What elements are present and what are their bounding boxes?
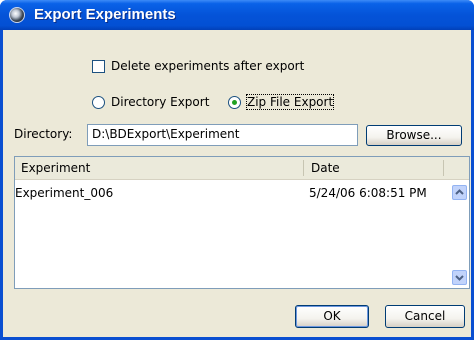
experiment-cell: Experiment_006	[15, 186, 114, 200]
experiments-table: Experiment Date Experiment_006 5/24/06 6…	[14, 156, 470, 289]
delete-after-export-checkbox[interactable]	[92, 60, 105, 73]
ok-button[interactable]: OK	[295, 305, 369, 328]
chevron-down-icon	[455, 275, 464, 281]
delete-after-export-label[interactable]: Delete experiments after export	[111, 59, 304, 73]
directory-export-label[interactable]: Directory Export	[111, 95, 209, 109]
column-separator[interactable]	[443, 160, 444, 176]
scroll-up-button[interactable]	[452, 185, 467, 200]
zip-file-export-label[interactable]: Zip File Export	[245, 94, 335, 110]
export-experiments-dialog: Export Experiments Delete experiments af…	[0, 0, 474, 340]
table-row[interactable]: Experiment_006 5/24/06 6:08:51 PM	[15, 184, 447, 202]
directory-label: Directory:	[14, 127, 73, 141]
browse-button[interactable]: Browse...	[366, 125, 462, 146]
column-header-date[interactable]: Date	[305, 157, 445, 179]
scroll-down-button[interactable]	[452, 270, 467, 285]
title-bar[interactable]: Export Experiments	[0, 0, 474, 30]
directory-field[interactable]: D:\BDExport\Experiment	[87, 124, 358, 146]
cancel-button[interactable]: Cancel	[385, 305, 465, 328]
table-header: Experiment Date	[15, 157, 469, 180]
column-separator[interactable]	[303, 160, 304, 176]
directory-export-radio[interactable]	[92, 96, 105, 109]
app-globe-icon	[9, 7, 25, 23]
date-cell: 5/24/06 6:08:51 PM	[309, 186, 427, 200]
dialog-title: Export Experiments	[34, 6, 176, 23]
chevron-up-icon	[455, 189, 464, 195]
zip-file-export-radio[interactable]	[228, 96, 241, 109]
column-header-experiment[interactable]: Experiment	[15, 157, 303, 179]
